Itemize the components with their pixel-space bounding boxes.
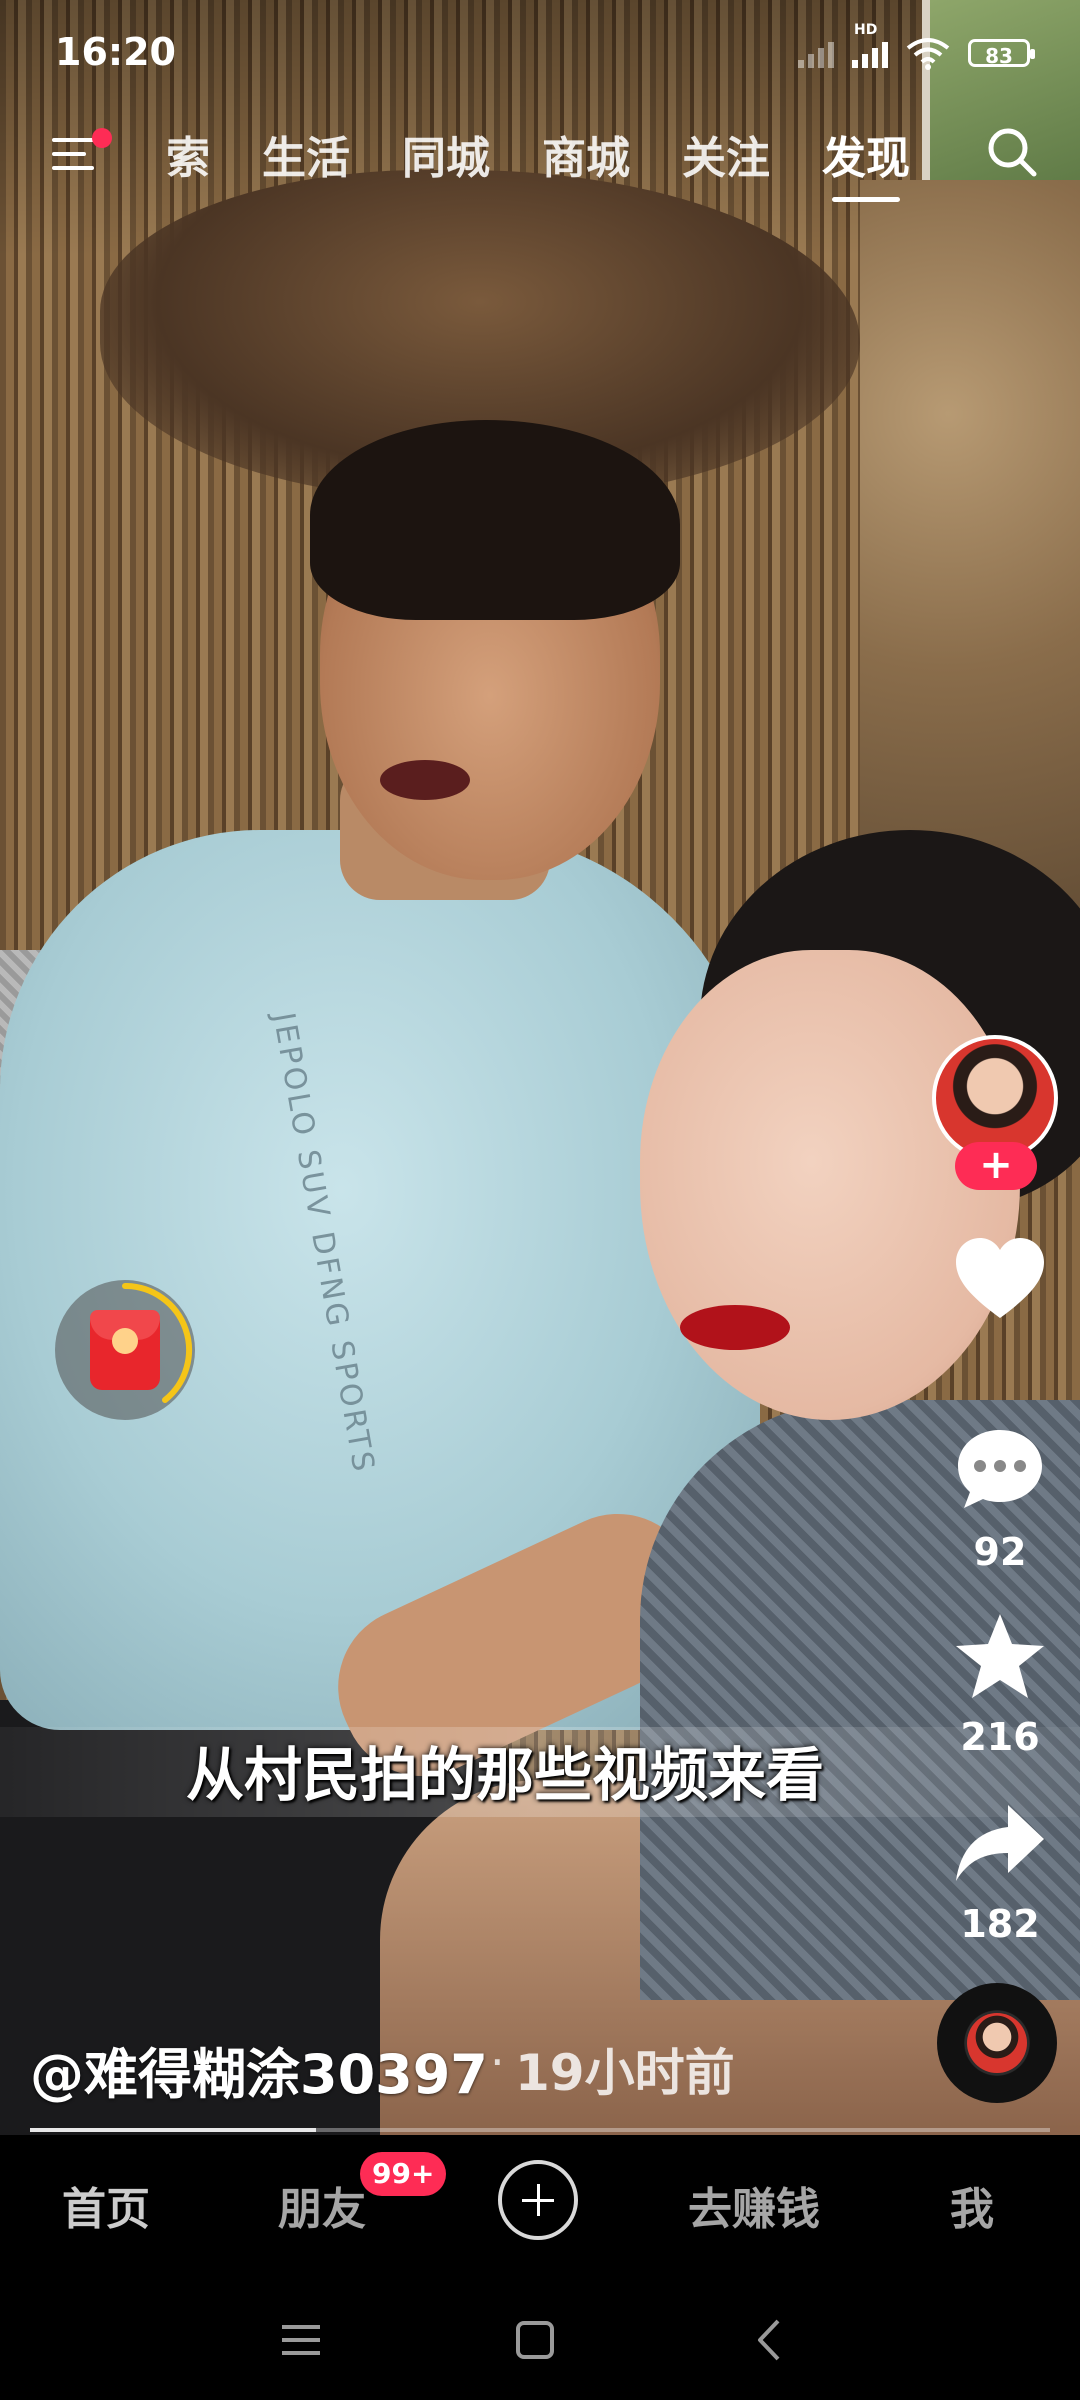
home-square-icon[interactable] bbox=[510, 2315, 560, 2365]
video-subtitle: 从村民拍的那些视频来看 bbox=[185, 1741, 824, 1809]
tab-following[interactable]: 关注 bbox=[682, 122, 770, 186]
battery-icon: 83 bbox=[968, 39, 1035, 68]
tab-life[interactable]: 生活 bbox=[262, 122, 350, 186]
top-nav: 索 生活 同城 商城 关注 发现 bbox=[0, 110, 1080, 202]
back-icon[interactable] bbox=[746, 2315, 796, 2365]
search-icon[interactable] bbox=[984, 124, 1040, 180]
comment-icon[interactable] bbox=[950, 1420, 1050, 1520]
plus-icon[interactable] bbox=[498, 2160, 578, 2240]
red-envelope-widget[interactable] bbox=[55, 1280, 195, 1420]
friends-badge: 99+ bbox=[360, 2152, 447, 2196]
signal-icon-1 bbox=[798, 38, 834, 68]
top-tabs: 索 生活 同城 商城 关注 发现 bbox=[130, 122, 910, 202]
nav-me[interactable]: 我 bbox=[950, 2173, 994, 2237]
star-icon[interactable] bbox=[950, 1608, 1050, 1708]
comment-count: 92 bbox=[973, 1530, 1027, 1574]
tab-explore[interactable]: 索 bbox=[130, 122, 210, 186]
separator-dot: · bbox=[490, 2035, 505, 2089]
nav-home[interactable]: 首页 bbox=[62, 2173, 150, 2237]
status-time: 16:20 bbox=[55, 30, 176, 74]
menu-icon[interactable] bbox=[52, 128, 112, 176]
video-progress-bar[interactable] bbox=[30, 2128, 1050, 2132]
bottom-nav: 首页 朋友 99+ 去赚钱 我 bbox=[0, 2135, 1080, 2275]
status-icons: HD 83 bbox=[798, 22, 1035, 70]
wifi-icon bbox=[906, 38, 950, 70]
follow-button[interactable]: + bbox=[955, 1142, 1037, 1190]
nav-earn[interactable]: 去赚钱 bbox=[688, 2173, 820, 2237]
network-type: HD bbox=[854, 22, 878, 38]
video-woman-face bbox=[640, 950, 1020, 1420]
author-name[interactable]: @难得糊涂30397 bbox=[30, 2030, 488, 2109]
nav-friends[interactable]: 朋友 bbox=[278, 2173, 366, 2237]
system-nav-bar bbox=[0, 2275, 1080, 2400]
post-time: 19小时前 bbox=[515, 2044, 735, 2102]
red-envelope-icon bbox=[90, 1310, 160, 1390]
tab-local[interactable]: 同城 bbox=[402, 122, 490, 186]
tab-discover[interactable]: 发现 bbox=[822, 122, 910, 202]
status-bar: 16:20 HD 83 bbox=[0, 0, 1080, 110]
tab-mall[interactable]: 商城 bbox=[542, 122, 630, 186]
music-disc-icon[interactable] bbox=[937, 1983, 1057, 2103]
video-man-mouth bbox=[380, 760, 470, 800]
video-woman-lips bbox=[680, 1305, 790, 1350]
menu-icon[interactable] bbox=[276, 2315, 326, 2365]
signal-icon-2: HD bbox=[852, 22, 888, 68]
share-count: 182 bbox=[960, 1902, 1040, 1946]
heart-icon[interactable] bbox=[950, 1230, 1050, 1330]
notification-dot bbox=[92, 128, 112, 148]
